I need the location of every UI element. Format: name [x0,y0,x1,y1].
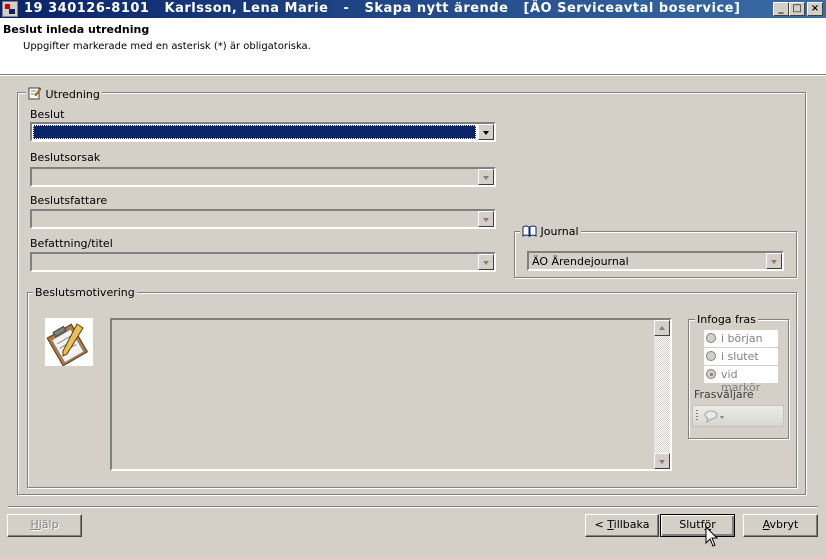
journal-legend-label: Journal [540,225,579,238]
help-button[interactable]: Hjälp [7,514,82,537]
chevron-down-icon[interactable] [478,124,494,140]
frasvaljare-button[interactable] [692,405,784,427]
edit-document-icon [28,87,42,100]
back-button[interactable]: < Tillbaka [585,514,659,537]
chevron-down-icon[interactable] [478,211,494,227]
beslut-selection [33,125,476,139]
befattning-label: Befattning/titel [30,237,113,250]
chevron-down-icon[interactable] [766,253,782,269]
beslutsmotivering-legend: Beslutsmotivering [33,286,137,299]
window-title: 19 340126-8101 Karlsson, Lena Marie - Sk… [24,1,741,16]
radio-label: i slutet [721,350,759,363]
befattning-select[interactable] [30,252,496,272]
beslut-label: Beslut [30,108,65,121]
wizard-header: Beslut inleda utredning Uppgifter marker… [0,18,826,74]
title-bar[interactable]: 19 340126-8101 Karlsson, Lena Marie - Sk… [0,0,826,18]
page-title: Beslut inleda utredning [3,23,150,36]
scroll-down-icon[interactable] [654,453,670,469]
beslutsorsak-select[interactable] [30,167,496,187]
radio-label: i början [721,332,763,345]
minimize-icon[interactable]: _ [773,2,789,16]
scroll-up-icon[interactable] [654,320,670,336]
radio-i-borjan[interactable]: i början [704,330,778,347]
frasvaljare-label: Frasväljare [694,388,754,401]
speech-bubble-icon [704,410,724,423]
utredning-legend-label: Utredning [45,88,100,101]
mouse-cursor-icon [705,526,719,547]
vertical-scrollbar[interactable] [654,320,670,469]
book-icon [522,225,537,237]
chevron-down-icon[interactable] [478,254,494,270]
beslutsorsak-label: Beslutsorsak [30,151,101,164]
beslutsfattare-select[interactable] [30,209,496,229]
radio-dot[interactable] [706,333,716,343]
beslutsmotivering-textarea[interactable] [110,318,672,471]
cancel-button[interactable]: Avbryt [743,514,818,537]
beslutsfattare-label: Beslutsfattare [30,194,108,207]
app-icon[interactable] [2,1,18,17]
clipboard-pen-icon [45,318,93,366]
chevron-down-icon[interactable] [478,169,494,185]
beslut-select[interactable] [30,122,496,142]
radio-dot[interactable] [706,369,716,379]
journal-legend: Journal [520,225,581,238]
footer-divider [8,506,818,508]
journal-select[interactable]: ÄO Ärendejournal [527,251,784,271]
maximize-icon[interactable]: □ [789,2,805,16]
close-icon[interactable]: × [807,2,823,16]
radio-dot[interactable] [706,351,716,361]
header-divider [0,74,826,76]
radio-vid-markor[interactable]: vid markör [704,366,778,394]
grip-icon [696,410,698,422]
infoga-fras-legend: Infoga fras [695,313,758,326]
page-subtitle: Uppgifter markerade med en asterisk (*) … [23,41,311,52]
radio-i-slutet[interactable]: i slutet [704,348,778,365]
finish-button[interactable]: Slutför [660,514,735,537]
journal-value: ÄO Ärendejournal [532,255,629,268]
utredning-legend: Utredning [26,86,102,101]
